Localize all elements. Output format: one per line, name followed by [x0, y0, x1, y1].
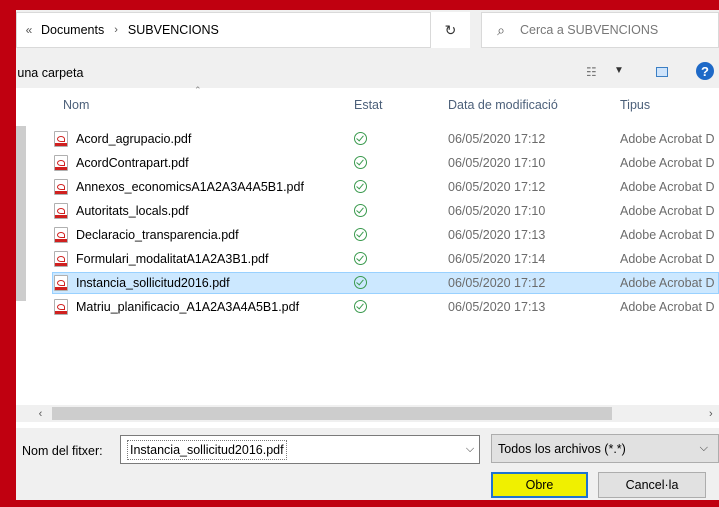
file-open-dialog: « Documents › SUBVENCIONS ⌵ ↻ ⌕ Cerca a … — [0, 0, 719, 500]
file-row[interactable]: Annexos_economicsA1A2A3A4A5B1.pdf 06/05/2… — [52, 176, 719, 198]
open-button[interactable]: Obre — [491, 472, 588, 498]
file-type: Adobe Acrobat D — [620, 276, 715, 290]
filename-value: Instancia_sollicitud2016.pdf — [127, 439, 287, 460]
pdf-file-icon — [54, 275, 68, 291]
file-date: 06/05/2020 17:13 — [448, 228, 546, 242]
preview-pane-icon[interactable] — [656, 67, 668, 77]
file-date: 06/05/2020 17:12 — [448, 276, 546, 290]
pdf-file-icon — [54, 179, 68, 195]
file-date: 06/05/2020 17:12 — [448, 132, 546, 146]
file-row[interactable]: Autoritats_locals.pdf 06/05/2020 17:10 Ado… — [52, 200, 719, 222]
sync-ok-icon — [354, 180, 367, 193]
column-header-date[interactable]: Data de modificació — [448, 98, 558, 112]
sync-ok-icon — [354, 132, 367, 145]
sort-ascending-icon: ⌃ — [194, 85, 202, 95]
scroll-left-icon[interactable]: ‹ — [32, 405, 49, 422]
file-type: Adobe Acrobat D — [620, 180, 715, 194]
pdf-file-icon — [54, 131, 68, 147]
scroll-right-icon[interactable]: › — [709, 405, 719, 422]
horizontal-scrollbar[interactable]: ‹ › — [16, 405, 719, 422]
file-date: 06/05/2020 17:10 — [448, 204, 546, 218]
help-icon[interactable]: ? — [696, 62, 714, 80]
file-type: Adobe Acrobat D — [620, 132, 715, 146]
column-header-type[interactable]: Tipus — [620, 98, 650, 112]
nav-pane-scrollbar[interactable] — [16, 88, 26, 428]
toolbar: ea una carpeta ☷ ▼ ? — [0, 58, 719, 88]
sync-ok-icon — [354, 276, 367, 289]
file-name: Matriu_planificacio_A1A2A3A4A5B1.pdf — [76, 300, 300, 314]
view-options-icon[interactable]: ☷ — [586, 65, 612, 81]
file-row[interactable]: AcordContrapart.pdf 06/05/2020 17:10 Adobe… — [52, 152, 719, 174]
sync-ok-icon — [354, 156, 367, 169]
file-date: 06/05/2020 17:12 — [448, 180, 546, 194]
file-name: Annexos_economicsA1A2A3A4A5B1.pdf — [76, 180, 304, 194]
top-border — [0, 0, 719, 10]
previous-locations-icon[interactable]: « — [17, 23, 41, 37]
file-type: Adobe Acrobat D — [620, 300, 715, 314]
file-row[interactable]: Instancia_sollicitud2016.pdf 06/05/2020 1… — [52, 272, 719, 294]
cancel-button[interactable]: Cancel·la — [598, 472, 706, 498]
chevron-down-icon: ⌵ — [699, 442, 708, 454]
filename-input[interactable]: Instancia_sollicitud2016.pdf — [120, 435, 480, 464]
sync-ok-icon — [354, 204, 367, 217]
chevron-right-icon[interactable]: › — [114, 24, 118, 36]
pdf-file-icon — [54, 299, 68, 315]
file-date: 06/05/2020 17:10 — [448, 156, 546, 170]
breadcrumb-documents[interactable]: Documents — [41, 23, 104, 37]
file-type: Adobe Acrobat D — [620, 252, 715, 266]
bottom-border — [0, 500, 719, 507]
file-type-select[interactable]: Todos los archivos (*.*) ⌵ — [491, 434, 719, 463]
file-type: Adobe Acrobat D — [620, 204, 715, 218]
sync-ok-icon — [354, 252, 367, 265]
file-row[interactable]: Formulari_modalitatA1A2A3B1.pdf 06/05/202… — [52, 248, 719, 270]
file-row[interactable]: Matriu_planificacio_A1A2A3A4A5B1.pdf 06/0… — [52, 296, 719, 318]
search-input[interactable]: ⌕ Cerca a SUBVENCIONS — [481, 12, 719, 48]
file-name: Acord_agrupacio.pdf — [76, 132, 192, 146]
breadcrumb-subvencions[interactable]: SUBVENCIONS — [128, 23, 219, 37]
nav-pane-scroll-thumb[interactable] — [16, 126, 26, 301]
filename-label: Nom del fitxer: — [22, 444, 103, 458]
search-icon: ⌕ — [497, 21, 505, 38]
sync-ok-icon — [354, 300, 367, 313]
file-name: Formulari_modalitatA1A2A3B1.pdf — [76, 252, 269, 266]
search-placeholder: Cerca a SUBVENCIONS — [520, 23, 659, 37]
refresh-button[interactable]: ↻ — [430, 12, 470, 48]
column-header-name[interactable]: Nom — [63, 98, 89, 112]
file-row[interactable]: Declaracio_transparencia.pdf 06/05/2020 1… — [52, 224, 719, 246]
file-date: 06/05/2020 17:14 — [448, 252, 546, 266]
filename-dropdown-icon[interactable]: ⌵ — [460, 435, 480, 464]
file-name: Declaracio_transparencia.pdf — [76, 228, 239, 242]
horizontal-scroll-thumb[interactable] — [52, 407, 612, 420]
refresh-icon: ↻ — [444, 21, 457, 38]
sync-ok-icon — [354, 228, 367, 241]
left-border — [0, 0, 16, 507]
file-name: Instancia_sollicitud2016.pdf — [76, 276, 230, 290]
file-list[interactable]: ⌃ Nom Estat Data de modificació Tipus Ac… — [16, 85, 719, 428]
view-dropdown-icon[interactable]: ▼ — [614, 65, 624, 76]
file-row[interactable]: Acord_agrupacio.pdf 06/05/2020 17:12 Adobe… — [52, 128, 719, 150]
pdf-file-icon — [54, 155, 68, 171]
file-type: Adobe Acrobat D — [620, 156, 715, 170]
file-type-value: Todos los archivos (*.*) — [498, 441, 626, 456]
file-name: AcordContrapart.pdf — [76, 156, 189, 170]
column-header-status[interactable]: Estat — [354, 98, 383, 112]
file-date: 06/05/2020 17:13 — [448, 300, 546, 314]
address-bar[interactable]: « Documents › SUBVENCIONS ⌵ — [16, 12, 463, 48]
pdf-file-icon — [54, 251, 68, 267]
file-type: Adobe Acrobat D — [620, 228, 715, 242]
pdf-file-icon — [54, 203, 68, 219]
pdf-file-icon — [54, 227, 68, 243]
file-name: Autoritats_locals.pdf — [76, 204, 189, 218]
